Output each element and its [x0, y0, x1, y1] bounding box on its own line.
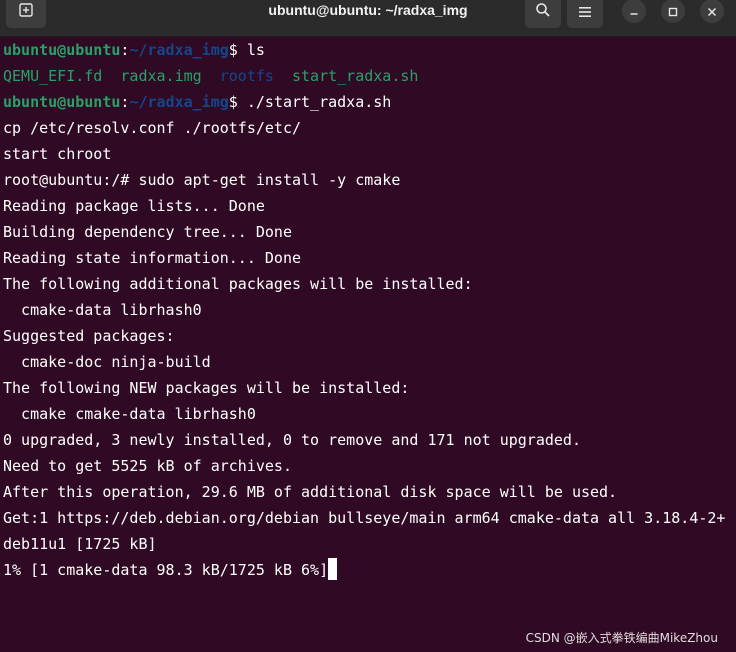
command-text: ./start_radxa.sh	[246, 93, 392, 111]
close-button[interactable]	[700, 0, 724, 23]
maximize-icon	[668, 2, 678, 21]
search-icon	[535, 2, 551, 22]
minimize-button[interactable]	[622, 0, 646, 23]
file-entry: QEMU_EFI.fd	[3, 67, 103, 85]
prompt-user: ubuntu@ubuntu	[3, 41, 121, 59]
output-line: cmake-data librhash0	[3, 301, 202, 319]
output-line: Building dependency tree... Done	[3, 223, 292, 241]
output-line: cp /etc/resolv.conf ./rootfs/etc/	[3, 119, 302, 137]
prompt-symbol: $	[228, 93, 247, 111]
output-line: Reading state information... Done	[3, 249, 302, 267]
prompt-line: ubuntu@ubuntu:~/radxa_img$ ./start_radxa…	[3, 89, 728, 115]
output-line: The following NEW packages will be insta…	[3, 379, 410, 397]
terminal-window: ubuntu@ubuntu: ~/radxa_img ubuntu@ubuntu…	[0, 0, 736, 652]
output-line: The following additional packages will b…	[3, 275, 473, 293]
maximize-button[interactable]	[661, 0, 685, 23]
progress-text: 1% [1 cmake-data 98.3 kB/1725 kB 6%]	[3, 561, 329, 579]
output-line: Get:1 https://deb.debian.org/debian bull…	[3, 509, 726, 527]
output-line: Reading package lists... Done	[3, 197, 265, 215]
output-line: start chroot	[3, 145, 112, 163]
file-entry: radxa.img	[120, 67, 202, 85]
new-tab-button[interactable]	[6, 0, 46, 28]
prompt-line: ubuntu@ubuntu:~/radxa_img$ ls	[3, 37, 728, 63]
hamburger-menu-icon	[578, 3, 592, 22]
progress-line: 1% [1 cmake-data 98.3 kB/1725 kB 6%]	[3, 557, 728, 583]
watermark: CSDN @嵌入式拳铁编曲MikeZhou	[525, 631, 718, 645]
output-line: cmake cmake-data librhash0	[3, 405, 256, 423]
prompt-user: ubuntu@ubuntu	[3, 93, 121, 111]
output-line: Need to get 5525 kB of archives.	[3, 457, 292, 475]
output-line: Suggested packages:	[3, 327, 175, 345]
terminal-output[interactable]: ubuntu@ubuntu:~/radxa_img$ ls QEMU_EFI.f…	[3, 37, 728, 652]
output-line: deb11u1 [1725 kB]	[3, 535, 157, 553]
ls-output-line: QEMU_EFI.fd radxa.img rootfs start_radxa…	[3, 63, 728, 89]
directory-entry: rootfs	[219, 67, 274, 85]
output-line: root@ubuntu:/# sudo apt-get install -y c…	[3, 171, 401, 189]
prompt-path: ~/radxa_img	[129, 41, 229, 59]
command-text: ls	[246, 41, 265, 59]
output-line: After this operation, 29.6 MB of additio…	[3, 483, 618, 501]
title-bar: ubuntu@ubuntu: ~/radxa_img	[0, 0, 736, 37]
prompt-symbol: $	[228, 41, 247, 59]
scrollbar[interactable]	[728, 37, 736, 652]
close-icon	[707, 2, 717, 21]
prompt-path: ~/radxa_img	[129, 93, 229, 111]
text-cursor	[328, 558, 338, 580]
new-tab-icon	[18, 2, 34, 22]
output-line: cmake-doc ninja-build	[3, 353, 211, 371]
file-entry: start_radxa.sh	[292, 67, 419, 85]
menu-button[interactable]	[567, 0, 603, 28]
output-line: 0 upgraded, 3 newly installed, 0 to remo…	[3, 431, 581, 449]
search-button[interactable]	[525, 0, 561, 28]
minimize-icon	[629, 2, 639, 21]
